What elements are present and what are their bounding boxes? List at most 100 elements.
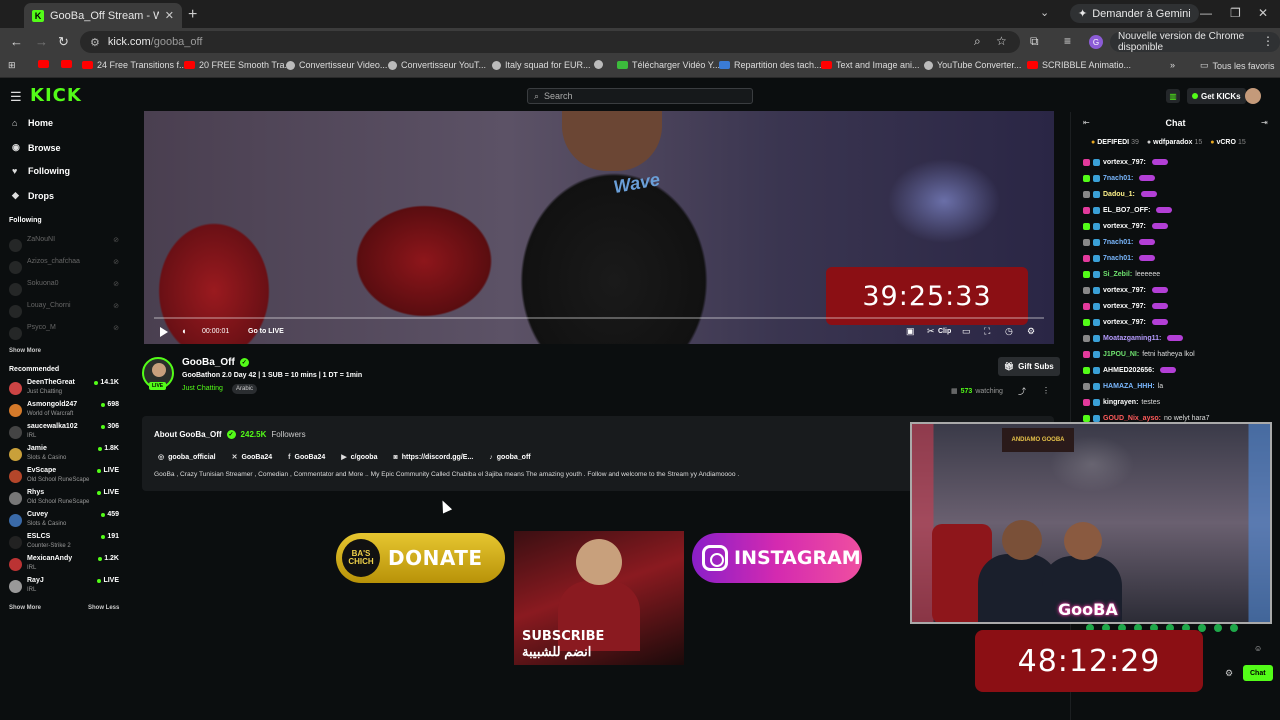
- extensions-icon[interactable]: ⧉: [1030, 34, 1039, 49]
- user-avatar[interactable]: [1245, 88, 1261, 104]
- social-x[interactable]: ✕ GooBa24: [232, 453, 273, 462]
- miniplayer-icon[interactable]: ▭: [962, 326, 971, 337]
- minimize-button[interactable]: —: [1200, 6, 1212, 20]
- apps-icon[interactable]: ⊞: [8, 60, 16, 71]
- settings-gear-icon[interactable]: ⚙: [1027, 326, 1035, 337]
- category-link[interactable]: Just Chatting: [182, 385, 223, 392]
- chat-username[interactable]: Moatazgaming11:: [1103, 335, 1161, 342]
- address-bar[interactable]: ⚙ kick.com/gooba_off: [80, 31, 1020, 53]
- bookmark-item[interactable]: YouTube Converter...: [924, 60, 1021, 70]
- nav-following[interactable]: ♥ Following: [12, 166, 70, 176]
- leader-item[interactable]: ● vCRO 15: [1210, 139, 1245, 146]
- chat-message[interactable]: vortexx_797:: [1083, 316, 1168, 328]
- chat-message[interactable]: HAMAZA_HHH: la: [1083, 380, 1163, 392]
- menu-icon[interactable]: ☰: [10, 89, 22, 105]
- nav-home[interactable]: ⌂ Home: [12, 118, 53, 128]
- show-less-recommended[interactable]: Show Less: [88, 605, 119, 611]
- gift-subs-button[interactable]: 🎁︎ Gift Subs: [998, 357, 1060, 376]
- instagram-panel[interactable]: INSTAGRAM: [692, 533, 862, 583]
- chat-username[interactable]: 7nach01:: [1103, 175, 1133, 182]
- show-more-following[interactable]: Show More: [9, 348, 41, 354]
- recommended-channel[interactable]: Asmongold247 World of Warcraft 698: [9, 401, 121, 421]
- following-channel[interactable]: Louay_Chorni ⊘: [9, 302, 121, 322]
- gemini-button[interactable]: ✦ Demander à Gemini: [1070, 4, 1199, 23]
- recommended-channel[interactable]: EvScape Old School RuneScape LIVE: [9, 467, 121, 487]
- bookmark-youtube-2[interactable]: [61, 60, 72, 68]
- social-youtube[interactable]: ▶ c/gooba: [341, 453, 377, 462]
- chat-message[interactable]: vortexx_797:: [1083, 156, 1168, 168]
- bookmark-item[interactable]: Repartition des tach...: [719, 60, 822, 70]
- bookmark-star-icon[interactable]: ☆: [996, 34, 1007, 48]
- quality-icon[interactable]: ◷: [1005, 326, 1013, 337]
- get-kicks-button[interactable]: Get KICKs: [1187, 88, 1246, 104]
- donate-panel[interactable]: BA'S CHICH DONATE: [336, 533, 505, 583]
- search-input[interactable]: ⌕ Search: [527, 88, 753, 104]
- chat-username[interactable]: 7nach01:: [1103, 255, 1133, 262]
- chat-message[interactable]: Si_Zebil: leeeeee: [1083, 268, 1160, 280]
- zoom-icon[interactable]: ⌕: [974, 34, 981, 49]
- chat-message[interactable]: vortexx_797:: [1083, 284, 1168, 296]
- clip-button[interactable]: Clip: [938, 328, 951, 335]
- language-tag[interactable]: Arabic: [232, 384, 258, 394]
- recommended-channel[interactable]: saucewalka102 IRL 306: [9, 423, 121, 443]
- video-player[interactable]: Wave 39:25:33 ◖ 00:00:01 Go to LIVE ▣ ✂ …: [144, 111, 1054, 344]
- chat-message[interactable]: vortexx_797:: [1083, 220, 1168, 232]
- emoji-icon[interactable]: ☺: [1254, 644, 1262, 653]
- following-channel[interactable]: Azizos_chafchaa ⊘: [9, 258, 121, 278]
- recommended-channel[interactable]: Jamie Slots & Casino 1.8K: [9, 445, 121, 465]
- media-icon[interactable]: ≡: [1064, 34, 1071, 48]
- chat-username[interactable]: GOUD_Nix_ayso:: [1103, 415, 1161, 422]
- profile-avatar[interactable]: G: [1089, 35, 1103, 49]
- chat-message[interactable]: AHMED202656:: [1083, 364, 1177, 376]
- chat-message[interactable]: EL_BO7_OFF:: [1083, 204, 1173, 216]
- share-icon[interactable]: ⤴: [1018, 386, 1026, 397]
- chat-message[interactable]: 7nach01:: [1083, 172, 1156, 184]
- chat-message[interactable]: Dadou_1:: [1083, 188, 1157, 200]
- chat-username[interactable]: Dadou_1:: [1103, 191, 1135, 198]
- browser-tab-active[interactable]: K GooBa_Off Stream - Watch Live ✕: [24, 3, 182, 28]
- social-facebook[interactable]: f GooBa24: [288, 453, 325, 461]
- chat-username[interactable]: 7nach01:: [1103, 239, 1133, 246]
- bookmark-item[interactable]: 20 FREE Smooth Tra...: [184, 60, 292, 70]
- chat-username[interactable]: vortexx_797:: [1103, 303, 1146, 310]
- following-channel[interactable]: Sokuona0 ⊘: [9, 280, 121, 300]
- chat-message[interactable]: Moatazgaming11:: [1083, 332, 1184, 344]
- play-icon[interactable]: [160, 327, 168, 337]
- bookmark-item[interactable]: Convertisseur YouT...: [388, 60, 486, 70]
- recommended-channel[interactable]: Cuvey Slots & Casino 459: [9, 511, 121, 531]
- close-tab-icon[interactable]: ✕: [165, 9, 174, 22]
- chat-message[interactable]: vortexx_797:: [1083, 300, 1168, 312]
- site-info-icon[interactable]: ⚙: [90, 36, 100, 49]
- chat-username[interactable]: EL_BO7_OFF:: [1103, 207, 1150, 214]
- bookmarks-overflow-icon[interactable]: »: [1170, 60, 1175, 70]
- tab-search-icon[interactable]: ⌄: [1040, 6, 1049, 19]
- leader-item[interactable]: ● DEFIFEDI 39: [1091, 139, 1139, 146]
- kick-logo[interactable]: KICK: [30, 85, 82, 106]
- all-bookmarks[interactable]: ▭ Tous les favoris: [1200, 60, 1275, 71]
- back-icon[interactable]: ←: [10, 34, 23, 49]
- chat-settings-icon[interactable]: ⇥: [1261, 118, 1268, 127]
- bookmark-item[interactable]: Text and Image ani...: [821, 60, 920, 70]
- maximize-button[interactable]: ❐: [1230, 6, 1241, 20]
- chat-username[interactable]: vortexx_797:: [1103, 319, 1146, 326]
- recommended-channel[interactable]: Rhys Old School RuneScape LIVE: [9, 489, 121, 509]
- subscribe-panel[interactable]: SUBSCRIBE انضم للشبيبة: [514, 531, 684, 665]
- recommended-channel[interactable]: DeenTheGreat Just Chatting 14.1K: [9, 379, 121, 399]
- volume-icon[interactable]: ◖: [181, 326, 186, 336]
- chat-gear-icon[interactable]: ⚙: [1225, 668, 1233, 679]
- fullscreen-icon[interactable]: ⛶: [984, 326, 990, 337]
- chat-username[interactable]: vortexx_797:: [1103, 223, 1146, 230]
- social-discord[interactable]: ◙ https://discord.gg/E...: [393, 453, 473, 461]
- bookmark-youtube-1[interactable]: [38, 60, 49, 68]
- chat-message[interactable]: 7nach01:: [1083, 236, 1156, 248]
- chat-username[interactable]: HAMAZA_HHH:: [1103, 383, 1155, 390]
- chat-username[interactable]: J1POU_NI:: [1103, 351, 1139, 358]
- emote-icon[interactable]: [1230, 624, 1238, 632]
- recommended-channel[interactable]: RayJ IRL LIVE: [9, 577, 121, 597]
- emote-icon[interactable]: [1214, 624, 1222, 632]
- chat-message[interactable]: J1POU_NI: fetni hatheya lkol: [1083, 348, 1195, 360]
- social-instagram[interactable]: ◎ gooba_official: [158, 453, 216, 462]
- chat-username[interactable]: kingrayen:: [1103, 399, 1138, 406]
- bookmark-globe[interactable]: [594, 60, 603, 69]
- leader-item[interactable]: ● wdfparadox 15: [1147, 139, 1202, 146]
